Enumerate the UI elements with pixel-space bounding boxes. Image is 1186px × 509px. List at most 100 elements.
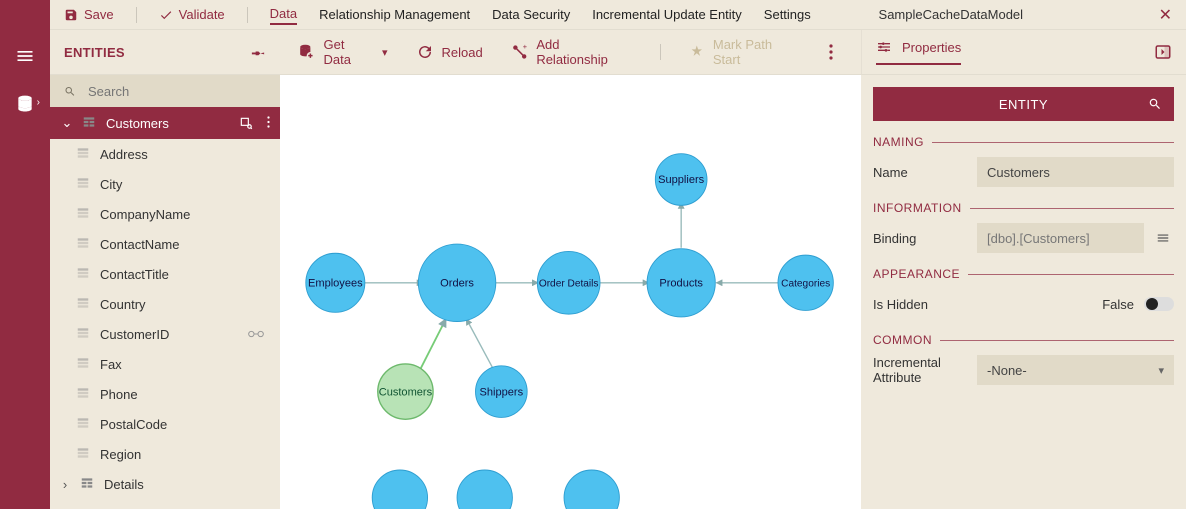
main-area: Save Validate Data Relationship Manageme… (50, 0, 1186, 509)
left-rail: › (0, 0, 50, 509)
column-icon (76, 206, 92, 222)
section-appearance: APPEARANCE (873, 267, 1174, 281)
field-companyname[interactable]: CompanyName (50, 199, 280, 229)
name-label: Name (873, 165, 969, 180)
field-phone[interactable]: Phone (50, 379, 280, 409)
svg-text:Shippers: Shippers (480, 386, 524, 398)
hidden-label: Is Hidden (873, 297, 928, 312)
chevron-down-icon: ⌄ (60, 115, 74, 131)
binding-menu-icon[interactable] (1152, 227, 1174, 249)
hamburger-icon[interactable] (14, 45, 36, 67)
column-icon (76, 416, 92, 432)
node-categories[interactable]: Categories (778, 255, 833, 310)
reload-button[interactable]: Reload (416, 43, 483, 61)
child-entity-details[interactable]: ›Details (50, 469, 280, 499)
table-icon (80, 476, 96, 492)
column-icon (76, 296, 92, 312)
section-common: COMMON (873, 333, 1174, 347)
svg-text:Orders: Orders (440, 277, 474, 289)
canvas-toolbar: Get Data ▾ Reload + Add Relationship Mar… (280, 30, 861, 74)
search-box[interactable] (50, 75, 280, 107)
section-information: INFORMATION (873, 201, 1174, 215)
database-icon[interactable]: › (14, 93, 36, 115)
locate-icon[interactable] (239, 116, 253, 130)
file-title: SampleCacheDataModel (879, 7, 1024, 22)
add-relationship-button[interactable]: + Add Relationship (511, 37, 633, 67)
close-icon[interactable]: ✕ (1159, 5, 1172, 25)
selected-entity-row[interactable]: ⌄ Customers (50, 107, 280, 139)
app-root: › Save Validate Data Relationship Manage… (0, 0, 1186, 509)
properties-tab[interactable]: Properties (876, 39, 961, 65)
incremental-label: IncrementalAttribute (873, 355, 969, 385)
svg-text:Order Details: Order Details (539, 278, 599, 289)
field-contactname[interactable]: ContactName (50, 229, 280, 259)
field-address[interactable]: Address (50, 139, 280, 169)
validate-button[interactable]: Validate (159, 7, 225, 22)
search-icon[interactable] (1148, 97, 1162, 111)
binding-value: [dbo].[Customers] (977, 223, 1144, 253)
top-menu: Save Validate Data Relationship Manageme… (50, 0, 1186, 30)
more-icon[interactable] (829, 44, 833, 60)
entity-sidebar: ⌄ Customers AddressCityCompanyNameContac… (50, 75, 280, 509)
svg-text:+: + (522, 43, 526, 51)
column-icon (76, 236, 92, 252)
body-row: ⌄ Customers AddressCityCompanyNameContac… (50, 75, 1186, 509)
tab-data[interactable]: Data (270, 6, 297, 25)
field-customerid[interactable]: CustomerID (50, 319, 280, 349)
entity-chip: ENTITY (873, 87, 1174, 121)
table-icon (82, 115, 98, 131)
svg-text:Suppliers: Suppliers (658, 174, 705, 186)
hidden-toggle[interactable] (1144, 297, 1174, 311)
field-city[interactable]: City (50, 169, 280, 199)
node-order-details[interactable]: Order Details (537, 251, 600, 314)
node-customers[interactable]: Customers (378, 364, 433, 419)
field-postalcode[interactable]: PostalCode (50, 409, 280, 439)
key-icon (248, 328, 264, 340)
tab-settings[interactable]: Settings (764, 7, 811, 22)
chevron-down-icon: ▾ (382, 46, 388, 59)
tab-relationship[interactable]: Relationship Management (319, 7, 470, 22)
section-naming: NAMING (873, 135, 1174, 149)
svg-text:Categories: Categories (781, 278, 830, 289)
toolbar-row: ENTITIES Get Data ▾ Reload + Add Relati (50, 30, 1186, 75)
node-products[interactable]: Products (647, 249, 715, 317)
binding-label: Binding (873, 231, 969, 246)
incremental-select[interactable]: -None- ▾ (977, 355, 1174, 385)
name-input[interactable]: Customers (977, 157, 1174, 187)
node-shippers[interactable]: Shippers (476, 366, 528, 418)
chevron-down-icon: ▾ (1158, 364, 1164, 377)
field-contacttitle[interactable]: ContactTitle (50, 259, 280, 289)
column-icon (76, 266, 92, 282)
column-icon (76, 386, 92, 402)
node-orders[interactable]: Orders (418, 244, 495, 321)
save-button[interactable]: Save (64, 7, 114, 22)
column-icon (76, 176, 92, 192)
pin-icon[interactable] (250, 44, 266, 60)
properties-panel: ENTITY NAMING Name Customers INFORMATION (861, 75, 1186, 509)
column-icon (76, 446, 92, 462)
search-icon (64, 84, 76, 99)
hidden-value: False (1102, 297, 1134, 312)
node-employees[interactable]: Employees (306, 253, 365, 312)
diagram-canvas[interactable]: Employees Orders Order Details Products … (280, 75, 861, 509)
field-tree[interactable]: AddressCityCompanyNameContactNameContact… (50, 139, 280, 509)
expand-panel-icon[interactable] (1154, 43, 1172, 61)
column-icon (76, 326, 92, 342)
search-input[interactable] (86, 83, 266, 100)
field-country[interactable]: Country (50, 289, 280, 319)
entity-more-icon[interactable] (267, 116, 270, 130)
svg-text:Products: Products (659, 277, 703, 289)
tab-security[interactable]: Data Security (492, 7, 570, 22)
svg-text:Employees: Employees (308, 277, 363, 289)
tab-incremental[interactable]: Incremental Update Entity (592, 7, 742, 22)
svg-text:Customers: Customers (379, 386, 433, 398)
chevron-right-icon: › (58, 477, 72, 492)
column-icon (76, 356, 92, 372)
node-suppliers[interactable]: Suppliers (655, 154, 707, 206)
column-icon (76, 146, 92, 162)
field-fax[interactable]: Fax (50, 349, 280, 379)
mark-path-button: Mark Path Start (689, 37, 801, 67)
entities-header: ENTITIES (50, 30, 280, 74)
field-region[interactable]: Region (50, 439, 280, 469)
get-data-button[interactable]: Get Data ▾ (298, 37, 388, 67)
